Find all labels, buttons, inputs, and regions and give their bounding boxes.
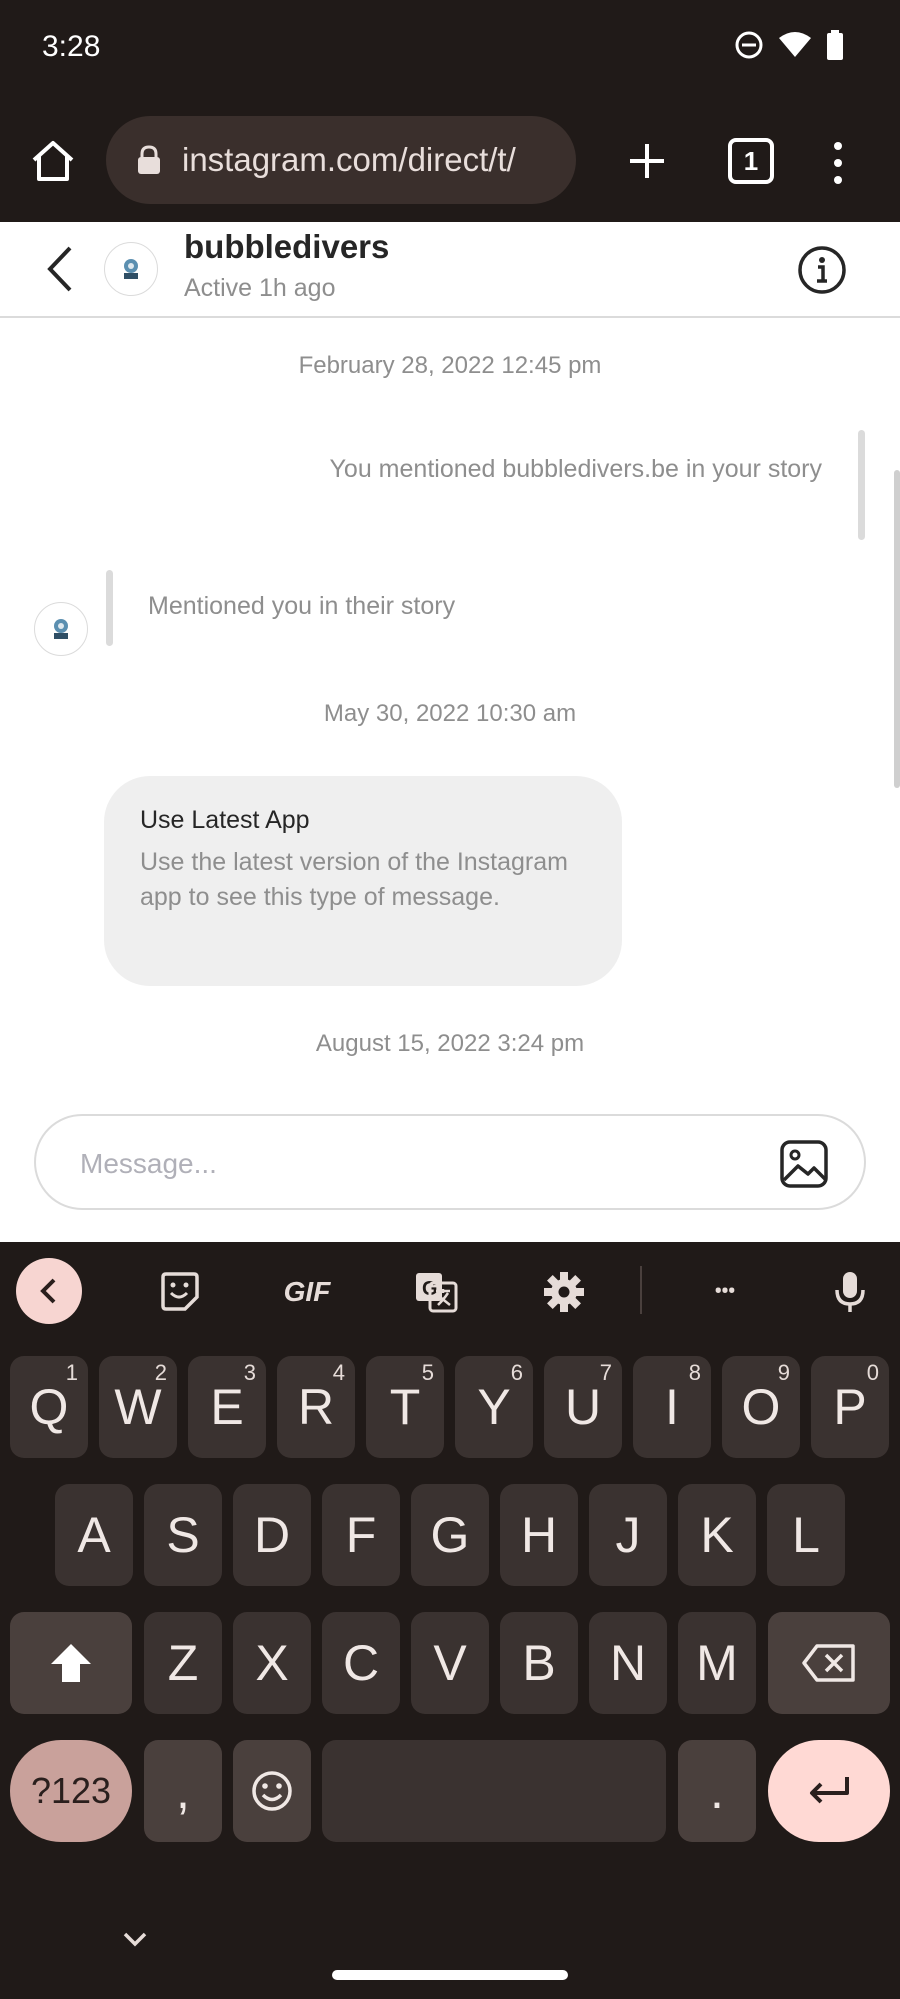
microphone-icon: [835, 1272, 865, 1312]
story-mention-outgoing: You mentioned bubbledivers.be in your st…: [329, 455, 822, 483]
story-mention-bar: [858, 430, 865, 540]
toolbar-divider: [640, 1266, 642, 1314]
chevron-down-icon[interactable]: [120, 1930, 150, 1950]
browser-toolbar: instagram.com/direct/t/ 1: [0, 100, 900, 222]
sticker-icon: [161, 1272, 199, 1311]
story-mention-bar: [106, 570, 113, 646]
period-key[interactable]: .: [678, 1740, 756, 1842]
avatar[interactable]: [104, 242, 158, 296]
enter-icon: [810, 1777, 849, 1804]
instagram-direct-page: bubbledivers Active 1h ago February 28, …: [0, 222, 900, 1242]
enter-key[interactable]: [768, 1740, 890, 1842]
bubble-title: Use Latest App: [140, 806, 310, 834]
gif-button[interactable]: GIF: [272, 1264, 342, 1320]
chevron-left-icon: [40, 1278, 56, 1304]
status-bar: 3:28: [0, 0, 900, 100]
battery-icon: [827, 30, 843, 60]
message-bubble[interactable]: Use Latest App Use the latest version of…: [104, 776, 622, 986]
key-f[interactable]: F: [322, 1484, 400, 1586]
chat-header: bubbledivers Active 1h ago: [0, 222, 900, 318]
shift-key[interactable]: [10, 1612, 132, 1714]
info-icon[interactable]: [796, 244, 848, 296]
key-d[interactable]: D: [233, 1484, 311, 1586]
bubble-body: Use the latest version of the Instagram …: [140, 848, 568, 911]
key-b[interactable]: B: [500, 1612, 578, 1714]
url-bar[interactable]: instagram.com/direct/t/: [106, 116, 576, 204]
symbols-key[interactable]: ?123: [10, 1740, 132, 1842]
comma-key[interactable]: ,: [144, 1740, 222, 1842]
gesture-home-bar[interactable]: [332, 1970, 568, 1980]
sticker-button[interactable]: [152, 1264, 208, 1320]
tab-switcher-button[interactable]: 1: [728, 138, 774, 184]
diver-logo-icon: [54, 619, 68, 639]
key-o[interactable]: O9: [722, 1356, 800, 1458]
key-c[interactable]: C: [322, 1612, 400, 1714]
emoji-icon: [252, 1771, 292, 1811]
key-z[interactable]: Z: [144, 1612, 222, 1714]
key-v[interactable]: V: [411, 1612, 489, 1714]
status-icons: [734, 30, 844, 60]
translate-button[interactable]: G: [408, 1264, 464, 1320]
key-r[interactable]: R4: [277, 1356, 355, 1458]
diver-logo-icon: [124, 259, 138, 279]
key-k[interactable]: K: [678, 1484, 756, 1586]
key-a[interactable]: A: [55, 1484, 133, 1586]
message-timestamp: February 28, 2022 12:45 pm: [298, 352, 602, 379]
overflow-menu-icon[interactable]: [826, 138, 850, 188]
more-button[interactable]: •••: [696, 1264, 752, 1320]
key-x[interactable]: X: [233, 1612, 311, 1714]
scrollbar[interactable]: [894, 470, 900, 788]
key-p[interactable]: P0: [811, 1356, 889, 1458]
active-status: Active 1h ago: [184, 274, 336, 302]
keyboard: GIF G ••• Q1 W2 E3 R4 T5 Y6 U7 I8 O9 P0 …: [0, 1242, 900, 1999]
home-icon[interactable]: [28, 136, 78, 186]
url-text: instagram.com/direct/t/: [182, 141, 516, 178]
story-mention-incoming: Mentioned you in their story: [148, 592, 456, 620]
status-time: 3:28: [42, 30, 101, 63]
key-q[interactable]: Q1: [10, 1356, 88, 1458]
message-composer: [34, 1114, 866, 1210]
key-n[interactable]: N: [589, 1612, 667, 1714]
key-w[interactable]: W2: [99, 1356, 177, 1458]
key-i[interactable]: I8: [633, 1356, 711, 1458]
new-tab-icon[interactable]: [622, 136, 672, 186]
wifi-icon: [779, 32, 811, 57]
settings-button[interactable]: [536, 1264, 592, 1320]
image-upload-icon[interactable]: [778, 1138, 830, 1190]
shift-icon: [51, 1644, 91, 1682]
key-e[interactable]: E3: [188, 1356, 266, 1458]
lock-icon: [138, 145, 160, 174]
key-u[interactable]: U7: [544, 1356, 622, 1458]
message-timestamp: August 15, 2022 3:24 pm: [315, 1030, 585, 1057]
gear-icon: [544, 1272, 584, 1312]
key-m[interactable]: M: [678, 1612, 756, 1714]
do-not-disturb-icon: [735, 31, 763, 59]
backspace-key[interactable]: [768, 1612, 890, 1714]
key-l[interactable]: L: [767, 1484, 845, 1586]
back-arrow-icon[interactable]: [40, 244, 80, 294]
key-h[interactable]: H: [500, 1484, 578, 1586]
translate-icon: G: [416, 1273, 458, 1313]
chat-username[interactable]: bubbledivers: [184, 228, 389, 266]
keyboard-toolbar: GIF G •••: [0, 1242, 900, 1338]
emoji-key[interactable]: [233, 1740, 311, 1842]
voice-input-button[interactable]: [822, 1264, 878, 1320]
spacebar[interactable]: [322, 1740, 666, 1842]
key-t[interactable]: T5: [366, 1356, 444, 1458]
key-y[interactable]: Y6: [455, 1356, 533, 1458]
message-timestamp: May 30, 2022 10:30 am: [323, 700, 577, 727]
key-s[interactable]: S: [144, 1484, 222, 1586]
key-g[interactable]: G: [411, 1484, 489, 1586]
key-j[interactable]: J: [589, 1484, 667, 1586]
collapse-toolbar-button[interactable]: [16, 1258, 82, 1324]
backspace-icon: [802, 1644, 855, 1682]
avatar[interactable]: [34, 602, 88, 656]
message-input[interactable]: [80, 1142, 680, 1186]
